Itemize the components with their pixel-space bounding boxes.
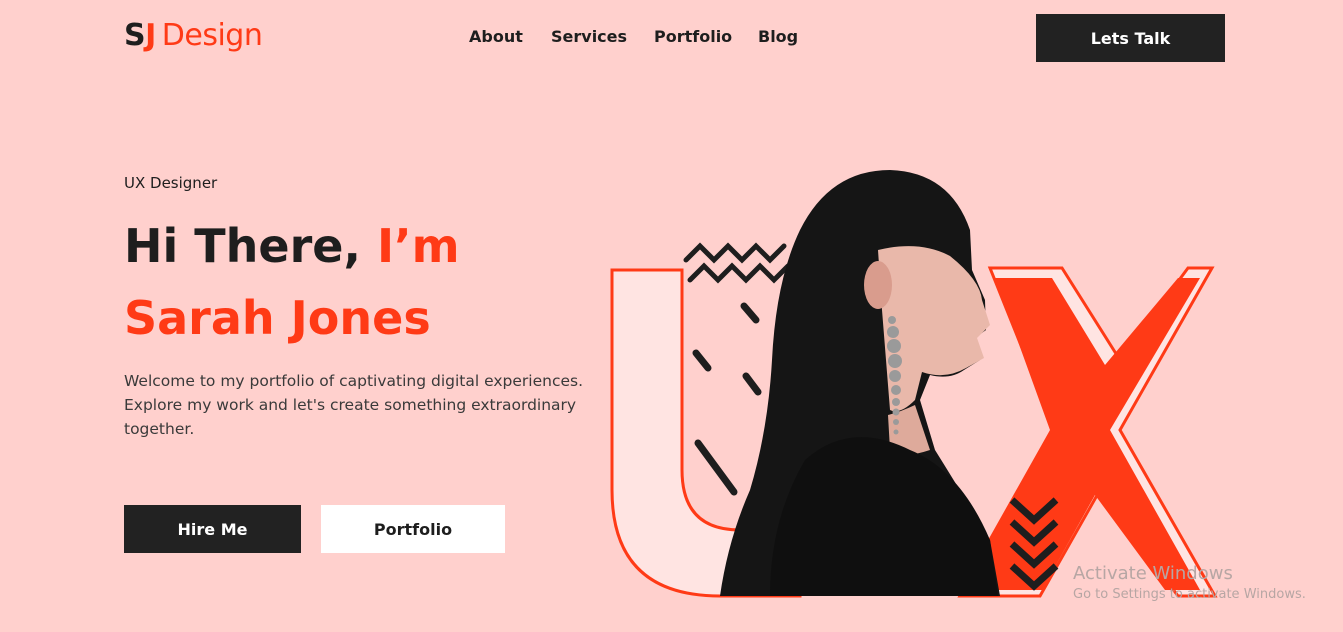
nav-services[interactable]: Services xyxy=(551,27,627,46)
portfolio-button[interactable]: Portfolio xyxy=(321,505,505,553)
portrait-image xyxy=(720,170,1000,596)
watermark-subtitle: Go to Settings to activate Windows. xyxy=(1073,587,1306,602)
activate-windows-watermark: Activate Windows Go to Settings to activ… xyxy=(1073,563,1306,602)
role-label: UX Designer xyxy=(124,174,218,192)
zigzag-shape-2 xyxy=(687,262,791,284)
hire-me-button[interactable]: Hire Me xyxy=(124,505,301,553)
hero-artwork xyxy=(610,170,1218,598)
x-letter-fill xyxy=(960,278,1200,590)
hero-greeting-accent: I’m xyxy=(376,219,460,273)
logo-word: Design xyxy=(161,18,263,53)
lets-talk-button[interactable]: Lets Talk xyxy=(1036,14,1225,62)
hero-name: Sarah Jones xyxy=(124,291,431,345)
hero-intro: Welcome to my portfolio of captivating d… xyxy=(124,372,584,438)
watermark-title: Activate Windows xyxy=(1073,563,1233,584)
nav-blog[interactable]: Blog xyxy=(758,27,798,46)
logo-mark: SJ xyxy=(124,18,156,53)
zigzag-shape xyxy=(683,242,787,264)
hero-greeting: Hi There, I’m xyxy=(124,219,460,273)
dash-decorations xyxy=(692,302,762,496)
nav-about[interactable]: About xyxy=(469,27,523,46)
nav-portfolio[interactable]: Portfolio xyxy=(654,27,732,46)
logo[interactable]: SJ Design xyxy=(124,18,263,54)
